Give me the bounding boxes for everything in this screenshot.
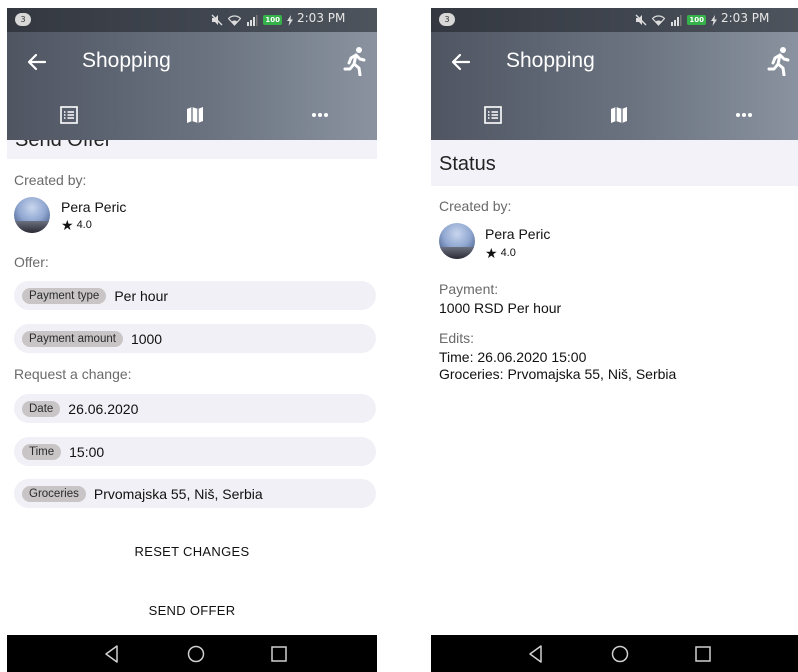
battery-indicator: 100 — [687, 15, 706, 25]
star-icon: ★ — [485, 245, 498, 261]
reset-changes-button[interactable]: RESET CHANGES — [7, 544, 377, 559]
tab-list[interactable] — [54, 100, 84, 130]
back-arrow-icon[interactable] — [25, 50, 49, 74]
app-title: Shopping — [506, 49, 595, 72]
battery-indicator: 100 — [263, 15, 282, 25]
charging-icon — [287, 14, 293, 26]
list-icon — [60, 106, 78, 124]
status-bar: 3 100 2:03 PM — [7, 8, 377, 32]
status-time: 2:03 PM — [297, 11, 346, 25]
app-bar: Shopping — [7, 32, 377, 92]
user-name: Pera Peric — [61, 199, 127, 215]
tab-more[interactable] — [305, 100, 335, 130]
request-field-groceries[interactable]: Groceries Prvomajska 55, Niš, Serbia — [14, 479, 376, 508]
tab-more[interactable] — [729, 100, 759, 130]
request-change-label: Request a change: — [14, 366, 132, 382]
notification-badge: 3 — [15, 13, 31, 26]
app-header: 3 100 2:03 PM Shopping — [431, 8, 798, 140]
tab-bar — [7, 100, 377, 136]
running-person-icon[interactable] — [767, 46, 793, 76]
request-field-date[interactable]: Date 26.06.2020 — [14, 394, 376, 423]
created-by-label: Created by: — [14, 172, 87, 188]
payment-value: 1000 RSD Per hour — [439, 300, 562, 316]
nav-recent-icon[interactable] — [269, 644, 289, 664]
nav-recent-icon[interactable] — [693, 644, 713, 664]
payment-label: Payment: — [439, 281, 499, 297]
more-horizontal-icon — [312, 113, 328, 117]
edit-item: Time: 26.06.2020 15:00 — [439, 349, 587, 365]
app-header: 3 100 2:03 PM Shopping — [7, 8, 377, 140]
avatar — [14, 197, 50, 233]
back-arrow-icon[interactable] — [449, 50, 473, 74]
status-icons: 100 — [211, 12, 293, 28]
field-value: 15:00 — [69, 443, 105, 460]
field-chip: Payment amount — [22, 330, 123, 347]
nav-back-icon[interactable] — [102, 644, 122, 664]
signal-icon — [671, 14, 682, 26]
field-chip: Time — [22, 443, 62, 460]
system-nav-bar — [7, 635, 377, 672]
app-title: Shopping — [82, 49, 171, 72]
wifi-icon — [652, 14, 666, 26]
tab-map[interactable] — [604, 100, 634, 130]
section-header: Status — [431, 140, 798, 186]
screen-send-offer: 3 100 2:03 PM Shopping Send Offer Create… — [7, 8, 377, 672]
field-value: Prvomajska 55, Niš, Serbia — [93, 485, 263, 502]
running-person-icon[interactable] — [343, 46, 369, 76]
map-icon — [187, 107, 203, 123]
section-header: Send Offer — [7, 140, 377, 159]
offer-field-payment-type[interactable]: Payment type Per hour — [14, 281, 376, 310]
field-value: 1000 — [130, 330, 163, 347]
wifi-icon — [228, 14, 242, 26]
signal-icon — [247, 14, 258, 26]
app-bar: Shopping — [431, 32, 798, 92]
user-rating: ★ 4.0 — [61, 218, 92, 232]
nav-home-icon[interactable] — [610, 644, 630, 664]
rating-value: 4.0 — [76, 219, 92, 231]
offer-field-payment-amount[interactable]: Payment amount 1000 — [14, 324, 376, 353]
send-offer-button[interactable]: SEND OFFER — [7, 603, 377, 618]
offer-label: Offer: — [14, 254, 49, 270]
edits-label: Edits: — [439, 330, 475, 346]
field-chip: Date — [22, 400, 61, 417]
status-content: Status Created by: Pera Peric ★ 4.0 Paym… — [431, 140, 798, 635]
charging-icon — [711, 14, 717, 26]
star-icon: ★ — [61, 217, 74, 233]
status-icons: 100 — [635, 12, 717, 28]
avatar — [439, 223, 475, 259]
screen-status: 3 100 2:03 PM Shopping Status Created by… — [431, 8, 798, 672]
created-by-label: Created by: — [439, 198, 512, 214]
status-bar: 3 100 2:03 PM — [431, 8, 798, 32]
notification-badge: 3 — [439, 13, 455, 26]
field-chip: Groceries — [22, 485, 86, 502]
field-value: Per hour — [114, 287, 169, 304]
list-icon — [484, 106, 502, 124]
field-value: 26.06.2020 — [68, 400, 139, 417]
tab-map[interactable] — [180, 100, 210, 130]
system-nav-bar — [431, 635, 798, 672]
user-name: Pera Peric — [485, 226, 551, 242]
tab-list[interactable] — [478, 100, 508, 130]
mute-icon — [211, 14, 223, 26]
status-time: 2:03 PM — [721, 11, 770, 25]
user-rating: ★ 4.0 — [485, 246, 516, 260]
nav-home-icon[interactable] — [186, 644, 206, 664]
mute-icon — [635, 14, 647, 26]
rating-value: 4.0 — [500, 247, 516, 259]
request-field-time[interactable]: Time 15:00 — [14, 437, 376, 466]
tab-bar — [431, 100, 798, 136]
map-icon — [611, 107, 627, 123]
field-chip: Payment type — [22, 287, 107, 304]
more-horizontal-icon — [736, 113, 752, 117]
nav-back-icon[interactable] — [526, 644, 546, 664]
edit-item: Groceries: Prvomajska 55, Niš, Serbia — [439, 366, 677, 382]
section-title: Status — [439, 153, 496, 175]
section-title: Send Offer — [15, 140, 112, 151]
send-offer-content: Send Offer Created by: Pera Peric ★ 4.0 … — [7, 140, 377, 635]
